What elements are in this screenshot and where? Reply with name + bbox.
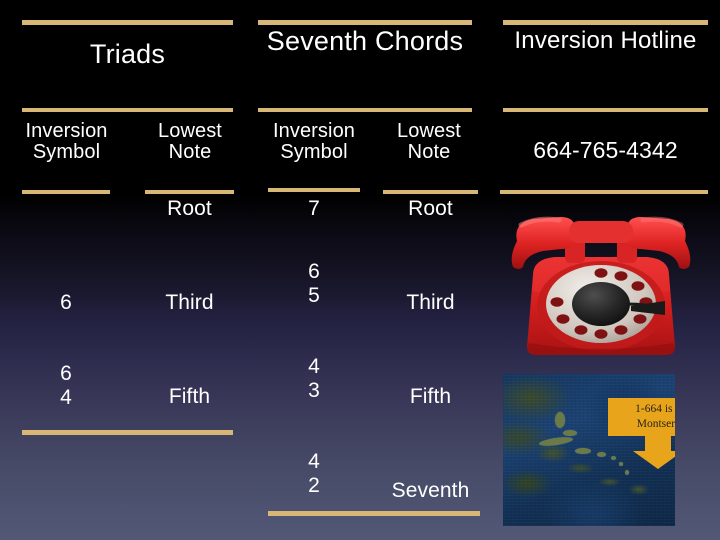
rule-triads-col1-bottom <box>22 190 110 194</box>
triads-row3-symbol-line1: 6 <box>60 362 72 385</box>
colheader-seventh-inversion-symbol: Inversion Symbol <box>255 120 373 164</box>
rule-triads-title-bottom <box>22 108 233 112</box>
map-island-florida <box>555 412 565 428</box>
colheader-seventh-lowest-note: Lowest Note <box>380 120 478 164</box>
slide-canvas: Triads Seventh Chords Inversion Hotline … <box>0 0 720 540</box>
colheader-seventh-inv-line1: Inversion <box>272 120 356 142</box>
column-title-seventh-line1: Seventh <box>266 26 368 56</box>
triads-row3-symbol: 6 4 <box>22 362 110 409</box>
seventh-row2-note: Third <box>406 291 455 314</box>
column-title-seventh-line2: Chords <box>374 26 464 56</box>
seventh-row3-symbol-line1: 4 <box>308 355 320 378</box>
seventh-row4-symbol: 4 2 <box>268 450 360 497</box>
column-title-triads: Triads <box>89 39 166 69</box>
rule-seventh-table-bottom <box>268 511 480 516</box>
seventh-row2-symbol-line2: 5 <box>308 283 320 307</box>
colheader-triads-inv-line2: Symbol <box>32 141 101 164</box>
rule-seventh-title-bottom <box>258 108 472 112</box>
rule-hotline-bottom <box>500 190 708 194</box>
triads-row1-note: Root <box>167 197 212 220</box>
column-title-hotline-line1: Inversion <box>514 27 614 54</box>
seventh-row2-symbol: 6 5 <box>268 260 360 307</box>
map-island-bahamas <box>563 430 577 436</box>
column-title-hotline-line2: Hotline <box>620 27 697 54</box>
colheader-seventh-note-line1: Lowest <box>397 120 461 142</box>
triads-row3-symbol-line2: 4 <box>60 385 72 409</box>
colheader-triads-note-line1: Lowest <box>158 120 222 142</box>
colheader-triads-lowest-note: Lowest Note <box>138 120 242 164</box>
telephone-icon <box>511 216 691 355</box>
triads-row2-symbol: 6 <box>22 291 110 315</box>
colheader-triads-inv-line1: Inversion <box>25 120 108 142</box>
caribbean-map-image: 1-664 is for Montserrat <box>503 374 675 526</box>
colheader-triads-note-line2: Note <box>168 141 212 164</box>
rotary-telephone-image <box>503 205 699 365</box>
seventh-row4-symbol-line1: 4 <box>308 450 320 473</box>
map-island-puerto-rico <box>597 452 606 457</box>
rule-hotline-title-bottom <box>503 108 708 112</box>
hotline-phone-number: 664-765-4342 <box>533 137 678 163</box>
seventh-row2-symbol-line1: 6 <box>308 260 320 283</box>
map-island-hispaniola <box>575 448 591 454</box>
seventh-row4-symbol-line2: 2 <box>308 473 320 497</box>
rule-seventh-top <box>258 20 472 25</box>
rule-hotline-top <box>503 20 708 25</box>
colheader-seventh-note-line2: Note <box>407 141 451 164</box>
rule-seventh-col2-bottom <box>383 190 478 194</box>
seventh-row3-symbol-line2: 3 <box>308 378 320 402</box>
seventh-row3-note: Fifth <box>409 385 452 408</box>
map-callout-line1: 1-664 is for <box>635 403 675 415</box>
seventh-row1-note: Root <box>408 197 453 220</box>
map-island-leewards <box>611 456 616 460</box>
rule-triads-top <box>22 20 233 25</box>
map-island-windwards <box>625 470 629 475</box>
map-island-montserrat <box>619 462 623 466</box>
rule-triads-table-bottom <box>22 430 233 435</box>
seventh-row1-symbol: 7 <box>268 197 360 221</box>
seventh-row4-note: Seventh <box>391 479 470 502</box>
colheader-seventh-inv-line2: Symbol <box>280 141 348 164</box>
triads-row2-symbol-line1: 6 <box>60 291 72 314</box>
triads-row3-note: Fifth <box>168 385 211 408</box>
map-callout-line2: Montserrat <box>636 417 675 430</box>
rule-seventh-col1-bottom <box>268 188 360 192</box>
rule-triads-col2-bottom <box>145 190 234 194</box>
colheader-triads-inversion-symbol: Inversion Symbol <box>10 120 123 164</box>
triads-row2-note: Third <box>165 291 214 314</box>
seventh-row1-symbol-line1: 7 <box>308 197 320 220</box>
seventh-row3-symbol: 4 3 <box>268 355 360 402</box>
column-title-seventh-chords: Seventh Chords <box>258 26 472 56</box>
column-title-hotline: Inversion Hotline <box>503 28 708 54</box>
map-callout-label: 1-664 is for Montserrat <box>608 398 675 436</box>
